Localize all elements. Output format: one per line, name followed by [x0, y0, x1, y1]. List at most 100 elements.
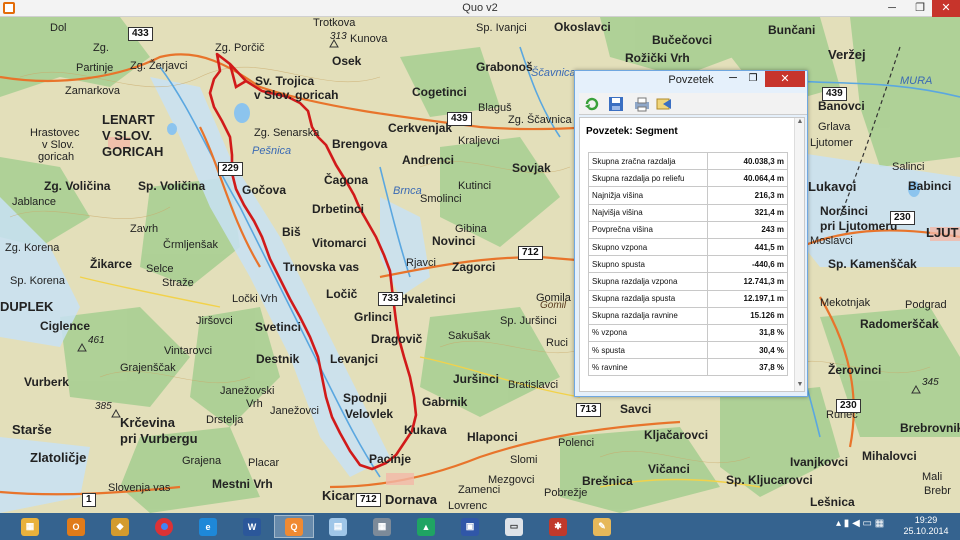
- system-tray[interactable]: ▴ ▮ ◀ ▭ ▦: [836, 518, 906, 536]
- map-place-label: Zamenci: [458, 484, 501, 496]
- taskbar-media-icon[interactable]: ▭: [494, 515, 534, 538]
- summary-row-label: % spusta: [588, 341, 708, 360]
- map-place-label: Placar: [248, 457, 280, 469]
- map-place-label: Rjavci: [406, 257, 436, 269]
- map-place-label: Žikarce: [90, 257, 133, 271]
- summary-row-label: Povprečna višina: [588, 220, 708, 239]
- taskbar-outlook-icon[interactable]: O: [56, 515, 96, 538]
- taskbar-clock[interactable]: 19:29 25.10.2014: [900, 515, 952, 537]
- map-place-label: Selce: [146, 263, 174, 275]
- taskbar-notes-icon[interactable]: ▤: [318, 515, 358, 538]
- map-place-label: Cogetinci: [412, 85, 467, 99]
- minimize-button[interactable]: ─: [878, 0, 906, 17]
- road-number-shield: 439: [447, 112, 472, 126]
- map-place-label: Sp. Korena: [10, 275, 66, 287]
- map-place-label: Rožički Vrh: [625, 51, 690, 65]
- elevation-label: 345: [922, 377, 939, 388]
- summary-row-value: 31,8 %: [707, 323, 788, 343]
- map-place-label: Okoslavci: [554, 20, 611, 34]
- map-place-label: Zg. Porčič: [215, 42, 265, 54]
- map-place-label: Dragovič: [371, 332, 423, 346]
- map-place-label: goricah: [38, 151, 75, 163]
- map-place-label: Kraljevci: [458, 135, 500, 147]
- road-number-shield: 712: [356, 493, 381, 507]
- map-place-label: Zg.: [93, 42, 109, 54]
- dialog-toolbar: [579, 93, 807, 115]
- map-place-label: Trotkova: [313, 17, 356, 29]
- summary-row-label: Skupna razdalja vzpona: [588, 272, 708, 291]
- map-place-label: Sp. Voličina: [138, 179, 206, 193]
- summary-row-label: Skupna zračna razdalja: [588, 151, 708, 171]
- map-place-label: Zlatoličje: [30, 450, 87, 465]
- map-place-label: Sp. Kljucarovci: [726, 473, 813, 487]
- taskbar-calculator-icon[interactable]: ▦: [362, 515, 402, 538]
- taskbar-file-explorer-icon[interactable]: ▦: [10, 515, 50, 538]
- map-place-label: Kutinci: [458, 180, 492, 192]
- map-place-label: Pobrežje: [544, 487, 588, 499]
- map-place-label: Sp. Ivanjci: [476, 22, 527, 34]
- summary-row-value: 40.038,3 m: [707, 151, 788, 171]
- taskbar-word-icon[interactable]: W: [232, 515, 272, 538]
- summary-row-value: 321,4 m: [707, 203, 788, 222]
- summary-dialog[interactable]: Povzetek ─ ❐ ✕ Povzetek: Segment Skupna …: [574, 70, 808, 397]
- taskbar-ie-icon[interactable]: e: [188, 515, 228, 538]
- clock-date: 25.10.2014: [903, 526, 949, 536]
- map-place-label: Hlaponci: [467, 430, 518, 444]
- map-place-label: Slomi: [510, 454, 538, 466]
- taskbar-quo-icon[interactable]: Q: [274, 515, 314, 538]
- map-place-label: V SLOV.: [102, 128, 153, 143]
- print-icon[interactable]: [633, 95, 651, 113]
- map-place-label: Brebr: [924, 485, 951, 497]
- map-place-label: v Slov.: [42, 139, 75, 151]
- taskbar-paint-icon[interactable]: ✎: [582, 515, 622, 538]
- scroll-down-icon[interactable]: ▼: [795, 381, 805, 391]
- refresh-icon[interactable]: [583, 95, 601, 113]
- dialog-close-button[interactable]: ✕: [765, 71, 805, 87]
- map-place-label: v Slov. goricah: [254, 88, 339, 102]
- summary-row-value: 441,5 m: [707, 237, 788, 257]
- map-place-label: Kljačarovci: [644, 428, 709, 442]
- dialog-minimize-button[interactable]: ─: [723, 71, 743, 87]
- maximize-button[interactable]: ❐: [906, 0, 934, 17]
- map-place-label: Sp. Kamenščak: [828, 257, 917, 271]
- summary-row: % vzpona 31,8 %: [588, 323, 788, 343]
- summary-row: % ravnine 37,8 %: [588, 358, 788, 377]
- export-icon[interactable]: [655, 95, 673, 113]
- map-place-label: Gomila: [536, 292, 571, 304]
- map-place-label: Mestni Vrh: [212, 477, 273, 491]
- map-place-label: Jiršovci: [196, 315, 233, 327]
- close-button[interactable]: ✕: [932, 0, 960, 17]
- topographic-map[interactable]: Zg. Porčič Sv. Trojica v Slov. goricah LENA…: [0, 17, 960, 513]
- map-place-label: Banovci: [818, 99, 865, 113]
- map-place-label: Savci: [620, 402, 652, 416]
- taskbar-bug-icon[interactable]: ✱: [538, 515, 578, 538]
- dialog-scrollbar[interactable]: ▲ ▼: [794, 118, 804, 391]
- map-place-label: Mihalovci: [862, 449, 917, 463]
- map-place-label: Velovlek: [345, 407, 394, 421]
- taskbar-drive-icon[interactable]: ▲: [406, 515, 446, 538]
- map-place-label: Drstelja: [206, 414, 244, 426]
- map-place-label: Lešnica: [810, 495, 855, 509]
- elevation-label: 385: [95, 401, 112, 412]
- dialog-maximize-button[interactable]: ❐: [743, 71, 763, 87]
- map-place-label: Vrh: [246, 398, 263, 410]
- map-place-label: Ljutomer: [810, 137, 853, 149]
- map-place-label: Dol: [50, 22, 67, 34]
- summary-row: % spusta 30,4 %: [588, 341, 788, 360]
- summary-row-value: -440,6 m: [707, 255, 788, 274]
- save-icon[interactable]: [607, 95, 625, 113]
- map-place-label: Starše: [12, 422, 52, 437]
- map-place-label: LJUT: [926, 225, 959, 240]
- road-number-shield: 229: [218, 162, 243, 176]
- scroll-up-icon[interactable]: ▲: [795, 118, 805, 128]
- taskbar-monitor-icon[interactable]: ▣: [450, 515, 490, 538]
- summary-row: Skupno spusta -440,6 m: [588, 255, 788, 274]
- map-place-label: Dornava: [385, 492, 438, 507]
- map-place-label: Salinci: [892, 161, 925, 173]
- map-place-label: MURA: [900, 75, 933, 87]
- map-place-label: Novinci: [432, 234, 476, 248]
- summary-heading: Povzetek: Segment: [586, 126, 678, 137]
- taskbar-chrome-icon[interactable]: [144, 515, 184, 538]
- taskbar-app-icon[interactable]: ◆: [100, 515, 140, 538]
- map-place-label: Babinci: [908, 179, 952, 193]
